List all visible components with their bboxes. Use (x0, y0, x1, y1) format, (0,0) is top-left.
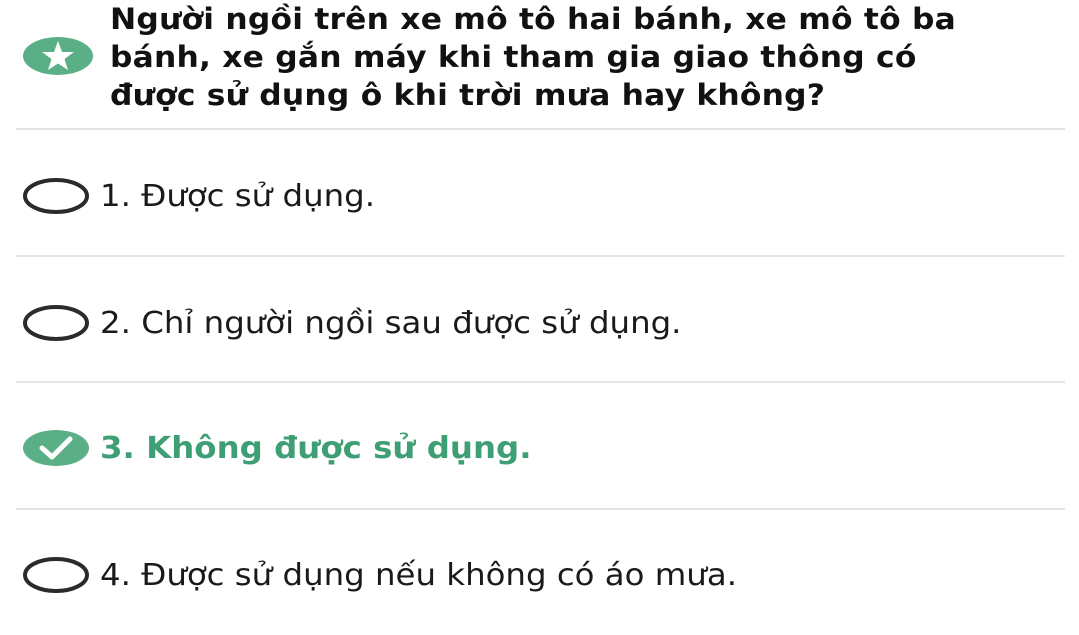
question-line: Người ngồi trên xe mô tô hai bánh, xe mô… (110, 2, 956, 36)
answer-option-1[interactable]: 1. Được sử dụng. (0, 156, 1079, 256)
question-line: được sử dụng ô khi trời mưa hay không? (110, 78, 826, 112)
question-block: Người ngồi trên xe mô tô hai bánh, xe mô… (0, 0, 1079, 128)
checkmark-icon[interactable] (22, 429, 90, 467)
answer-option-4[interactable]: 4. Được sử dụng nếu không có áo mưa. (0, 535, 1079, 635)
answer-label: 4. Được sử dụng nếu không có áo mưa. (100, 558, 737, 593)
radio-unselected-icon[interactable] (22, 177, 90, 215)
answer-label: 2. Chỉ người ngồi sau được sử dụng. (100, 306, 682, 341)
question-text: Người ngồi trên xe mô tô hai bánh, xe mô… (110, 0, 1079, 114)
answer-label: 1. Được sử dụng. (100, 179, 376, 214)
answer-option-2[interactable]: 2. Chỉ người ngồi sau được sử dụng. (0, 283, 1079, 383)
divider (16, 255, 1065, 257)
radio-unselected-icon[interactable] (22, 556, 90, 594)
star-icon (23, 37, 93, 75)
radio-unselected-icon[interactable] (22, 304, 90, 342)
divider (16, 508, 1065, 510)
divider (16, 381, 1065, 383)
question-line: bánh, xe gắn máy khi tham gia giao thông… (110, 40, 917, 74)
divider (16, 128, 1065, 130)
answer-label: 3. Không được sử dụng. (100, 431, 532, 466)
answer-option-3[interactable]: 3. Không được sử dụng. (0, 408, 1079, 508)
